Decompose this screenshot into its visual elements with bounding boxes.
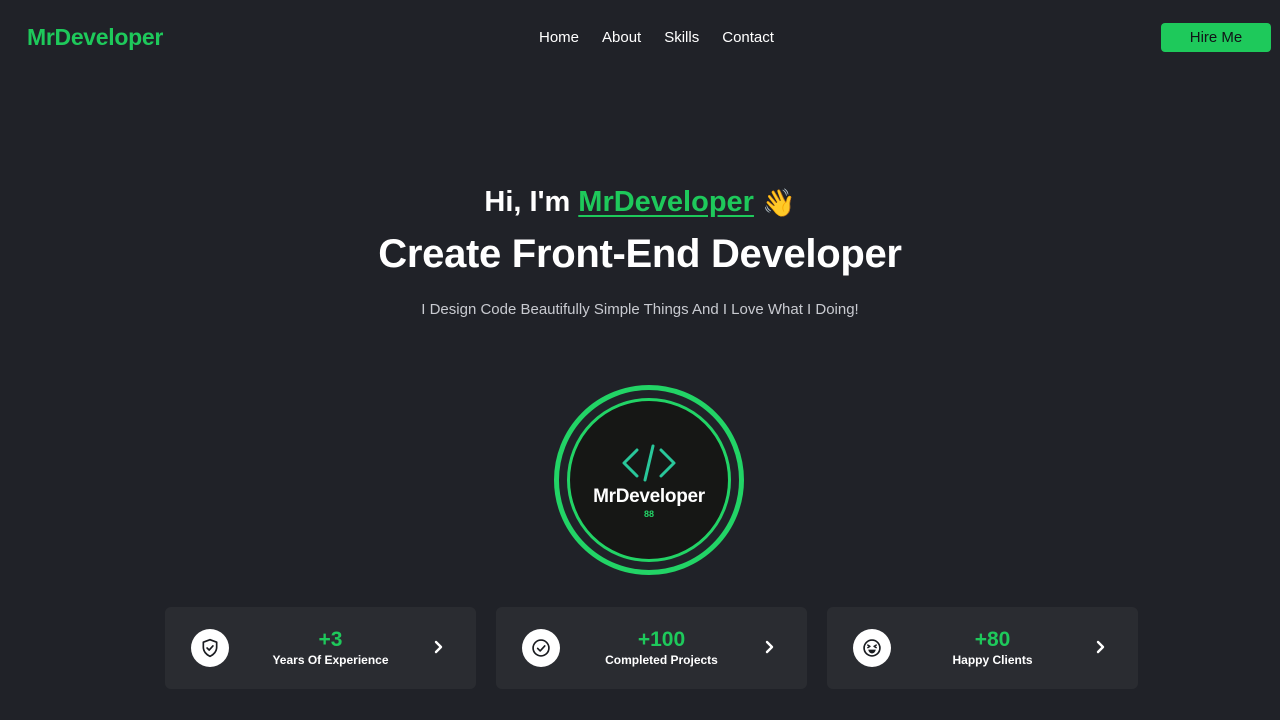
shield-check-icon (191, 629, 229, 667)
stat-label: Years Of Experience (272, 653, 389, 667)
stat-label: Happy Clients (952, 653, 1033, 667)
stat-text: +80 Happy Clients (907, 628, 1078, 668)
brand-logo[interactable]: MrDeveloper (27, 24, 163, 51)
code-icon (622, 444, 676, 481)
hero-tagline: I Design Code Beautifully Simple Things … (421, 301, 859, 318)
stats-row: +3 Years Of Experience +100 Completed Pr… (165, 607, 1138, 689)
stat-card-clients[interactable]: +80 Happy Clients (827, 607, 1138, 689)
check-circle-icon (522, 629, 560, 667)
stat-text: +3 Years Of Experience (245, 628, 416, 668)
chevron-right-icon (765, 640, 774, 654)
portfolio-page: MrDeveloper Home About Skills Contact Hi… (0, 0, 1280, 720)
chevron-right-icon (434, 640, 443, 654)
badge-subtitle: 88 (643, 508, 654, 519)
nav-link-contact[interactable]: Contact (722, 29, 774, 46)
stat-card-projects[interactable]: +100 Completed Projects (496, 607, 807, 689)
badge-title: MrDeveloper (593, 485, 705, 507)
nav-link-about[interactable]: About (602, 29, 641, 46)
stat-value: +100 (637, 628, 686, 651)
waving-hand-icon: 👋 (761, 187, 796, 218)
stat-label: Completed Projects (605, 653, 718, 667)
nav-link-skills[interactable]: Skills (664, 29, 699, 46)
stat-value: +80 (974, 628, 1011, 651)
greeting-prefix: Hi, I'm (484, 186, 571, 218)
stat-value: +3 (318, 628, 343, 651)
chevron-right-icon (1096, 640, 1105, 654)
hero-headline: Create Front-End Developer (378, 232, 902, 276)
main-nav: Home About Skills Contact (539, 29, 797, 46)
badge-inner-circle: MrDeveloper 88 (567, 398, 731, 562)
stat-text: +100 Completed Projects (576, 628, 747, 668)
nav-link-home[interactable]: Home (539, 29, 579, 46)
profile-logo-badge: MrDeveloper 88 (554, 385, 744, 575)
hire-me-button[interactable]: Hire Me (1161, 23, 1271, 52)
hero-greeting: Hi, I'm MrDeveloper 👋 (0, 186, 1280, 219)
stat-card-experience[interactable]: +3 Years Of Experience (165, 607, 476, 689)
greeting-name-link[interactable]: MrDeveloper (578, 186, 754, 219)
laughing-face-icon (853, 629, 891, 667)
